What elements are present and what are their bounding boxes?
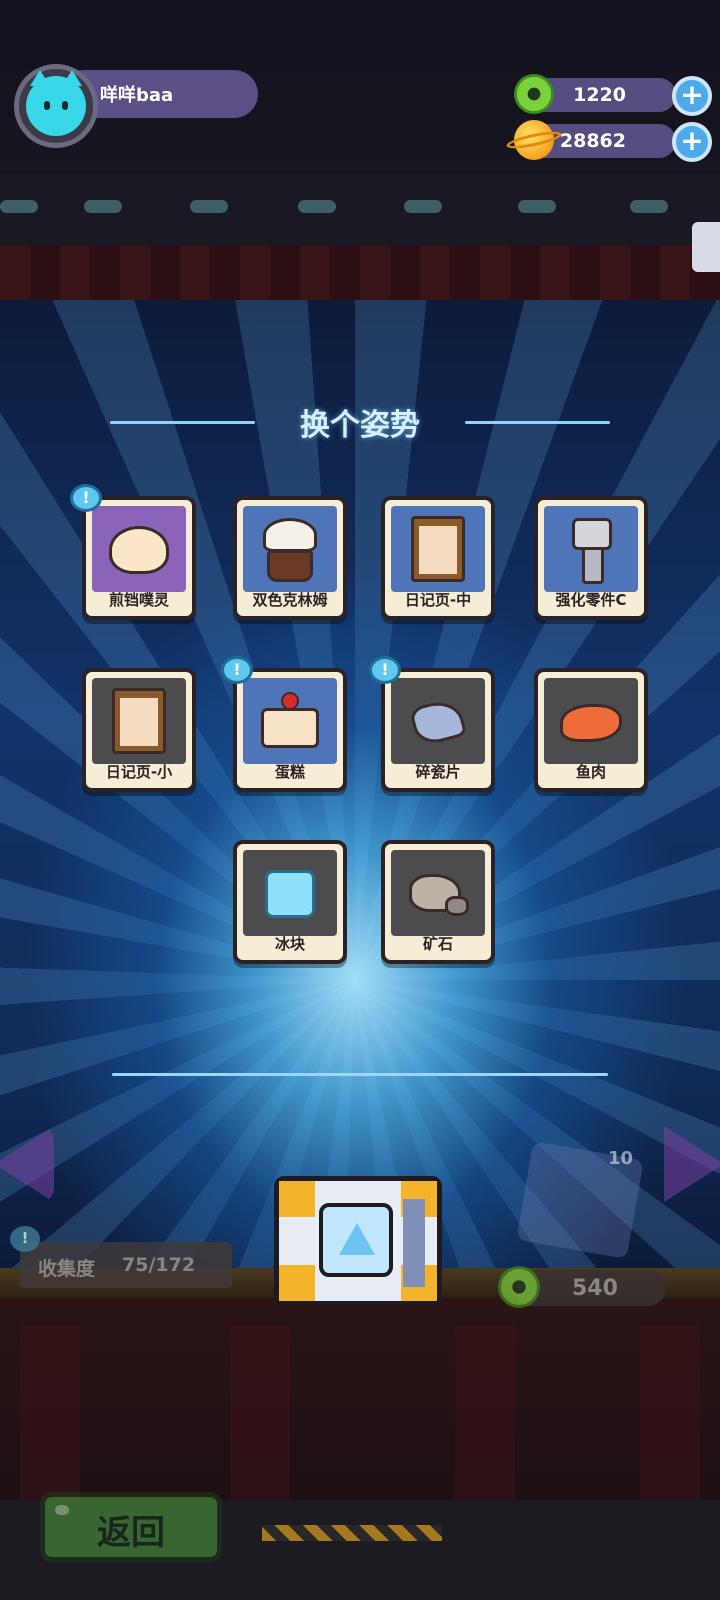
donut-coin-icon <box>498 1266 540 1308</box>
item-art <box>92 506 186 592</box>
stage-light <box>84 200 122 213</box>
fish-meat-icon <box>560 704 622 742</box>
item-art <box>92 678 186 764</box>
stage-light <box>0 200 38 213</box>
item-label: 煎铛噗灵 <box>108 591 169 609</box>
bolt-icon <box>582 546 604 584</box>
ice-cube-icon <box>265 870 315 918</box>
item-art <box>544 506 638 592</box>
add-planet-button[interactable]: + <box>672 122 712 162</box>
collection-label: 收集度 <box>38 1258 96 1280</box>
panel-title: 换个姿势 <box>300 408 420 443</box>
item-art <box>391 506 485 592</box>
item-card[interactable]: 碎瓷片 ! <box>369 656 495 792</box>
item-card[interactable]: 冰块 <box>233 840 347 964</box>
donut-currency-value: 1220 <box>573 84 626 106</box>
stage-pillar <box>230 1325 290 1505</box>
back-button[interactable]: 返回 <box>40 1492 222 1562</box>
collection-alert-badge: ! <box>10 1226 40 1252</box>
title-divider-left <box>110 421 255 424</box>
planet-currency-value: 28862 <box>559 130 626 152</box>
item-label: 日记页-小 <box>105 763 173 781</box>
triangle-logo-icon <box>339 1223 375 1255</box>
stage-light <box>404 200 442 213</box>
cupcake-icon <box>267 550 313 582</box>
add-donut-button[interactable]: + <box>672 76 712 116</box>
gacha-corner <box>279 1181 315 1217</box>
new-badge: ! <box>221 656 253 684</box>
gacha-box-button[interactable] <box>274 1176 442 1306</box>
item-card[interactable]: 煎铛噗灵 ! <box>70 484 196 620</box>
stage-light <box>518 200 556 213</box>
stage-light <box>298 200 336 213</box>
porcelain-shard-icon <box>408 696 468 748</box>
cake-icon <box>261 708 319 748</box>
side-menu-tab[interactable] <box>692 222 720 272</box>
hazard-stripe <box>262 1525 442 1541</box>
item-label: 日记页-中 <box>404 591 472 609</box>
gacha-corner <box>279 1265 315 1301</box>
item-label: 双色克林姆 <box>252 591 328 609</box>
item-art <box>243 678 337 764</box>
donut-coin-icon <box>514 74 554 114</box>
item-card[interactable]: 矿石 <box>381 840 495 964</box>
stage-pillar <box>455 1325 515 1505</box>
item-card[interactable]: 日记页-小 <box>82 668 196 792</box>
item-card[interactable]: 鱼肉 <box>534 668 648 792</box>
item-art <box>243 506 337 592</box>
item-label: 碎瓷片 <box>415 763 461 781</box>
stage-pillar <box>640 1325 700 1505</box>
dumpling-icon <box>109 526 169 574</box>
title-divider-right <box>465 421 610 424</box>
stage-pillar <box>20 1325 80 1505</box>
item-art <box>243 850 337 936</box>
stage-light <box>630 200 668 213</box>
gacha-window <box>319 1203 393 1277</box>
item-card[interactable]: 日记页-中 <box>381 496 495 620</box>
item-label: 强化零件C <box>555 591 627 609</box>
item-label: 蛋糕 <box>274 763 305 781</box>
panel-bottom-divider <box>112 1073 608 1076</box>
collection-value: 75/172 <box>122 1254 196 1276</box>
player-avatar[interactable] <box>14 64 98 148</box>
item-art <box>391 850 485 936</box>
stage-light <box>190 200 228 213</box>
item-label: 鱼肉 <box>575 763 606 781</box>
item-label: 矿石 <box>422 935 453 953</box>
cat-avatar-icon <box>26 70 86 136</box>
new-badge: ! <box>369 656 401 684</box>
item-label: 冰块 <box>274 935 305 953</box>
gacha-cost-value: 540 <box>572 1276 618 1301</box>
gacha-side-panel <box>403 1199 425 1287</box>
back-button-label: 返回 <box>97 1513 165 1553</box>
item-card[interactable]: 蛋糕 ! <box>221 656 347 792</box>
player-name: 咩咩baa <box>100 85 174 106</box>
item-art <box>391 678 485 764</box>
item-card[interactable]: 双色克林姆 <box>233 496 347 620</box>
item-card[interactable]: 强化零件C <box>534 496 648 620</box>
planet-coin-icon <box>505 120 563 160</box>
gacha-remaining-count: 10 <box>608 1148 634 1169</box>
new-badge: ! <box>70 484 102 512</box>
item-art <box>544 678 638 764</box>
